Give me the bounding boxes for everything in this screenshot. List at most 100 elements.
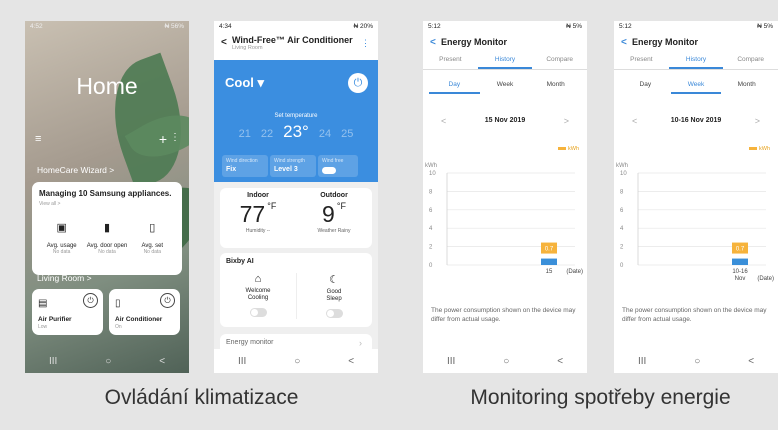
device-stat[interactable]: ▮ Avg. door open No data <box>84 221 129 255</box>
good-sleep-toggle[interactable] <box>325 309 343 318</box>
power-icon[interactable]: ⏻ <box>83 293 98 308</box>
period-week[interactable]: Week <box>670 76 722 94</box>
living-room-link[interactable]: Living Room > <box>37 273 92 283</box>
back-nav-icon[interactable]: < <box>748 356 754 367</box>
y-axis-label: kWh <box>616 163 628 169</box>
tile-status: On <box>115 324 122 330</box>
date-navigator: < 15 Nov 2019 > <box>423 116 587 126</box>
back-icon[interactable]: < <box>221 37 227 48</box>
device-tile-air-conditioner[interactable]: ▯ ⏻ Air Conditioner On <box>109 289 180 335</box>
data-bar <box>541 258 557 265</box>
set-temperature-label: Set temperature <box>274 113 318 119</box>
back-nav-icon[interactable]: < <box>348 356 354 367</box>
control-panel: Cool ▾ ⏻ Set temperature 21 22 23° 24 25… <box>214 60 378 182</box>
air-conditioner-screen: 4:34 ₦ 20% < Wind-Free™ Air Conditioner … <box>214 21 378 373</box>
wind-direction-option[interactable]: Wind direction Fix <box>222 155 268 177</box>
disclaimer-text: The power consumption shown on the devic… <box>431 307 576 323</box>
home-nav-icon[interactable]: ○ <box>503 356 509 367</box>
back-icon[interactable]: < <box>621 37 627 48</box>
period-week[interactable]: Week <box>480 76 531 94</box>
period-month[interactable]: Month <box>721 76 772 94</box>
view-all-link[interactable]: View all > <box>39 201 175 207</box>
more-icon[interactable]: ⋮ <box>361 38 370 49</box>
good-sleep-icon: ☾ <box>329 274 339 286</box>
period-month[interactable]: Month <box>530 76 581 94</box>
tab-present[interactable]: Present <box>423 52 478 69</box>
temp-option[interactable]: 25 <box>341 128 353 140</box>
welcome-cooling-toggle[interactable] <box>249 308 267 317</box>
good-sleep-item[interactable]: ☾ Good Sleep <box>296 273 372 318</box>
wind-free-toggle[interactable] <box>322 167 336 174</box>
recent-apps-icon[interactable]: III <box>447 356 455 367</box>
recent-apps-icon[interactable]: III <box>638 356 646 367</box>
homecare-wizard-link[interactable]: HomeCare Wizard > <box>37 165 114 175</box>
chevron-right-icon[interactable]: > <box>755 116 760 126</box>
period-day[interactable]: Day <box>429 76 480 94</box>
x-tick-label: 15 <box>546 269 553 275</box>
legend-label: kWh <box>568 146 579 152</box>
back-nav-icon[interactable]: < <box>159 356 165 367</box>
option-label: Wind direction <box>226 158 258 164</box>
temperature-picker[interactable]: 21 22 23° 24 25 <box>214 122 378 142</box>
wind-free-option[interactable]: Wind free <box>318 155 358 177</box>
temp-option[interactable]: 24 <box>319 128 331 140</box>
date-label: 15 Nov 2019 <box>484 117 526 124</box>
period-tabs: Day Week Month <box>620 76 772 94</box>
chevron-left-icon[interactable]: < <box>632 116 637 126</box>
chevron-right-icon[interactable]: > <box>564 116 569 126</box>
device-stat-status: No data <box>52 249 71 255</box>
y-tick-label: 2 <box>620 245 624 251</box>
bixby-item-label: Welcome Cooling <box>245 288 271 301</box>
tab-history[interactable]: History <box>668 52 724 69</box>
back-nav-icon[interactable]: < <box>557 356 563 367</box>
outdoor-label: Outdoor <box>320 192 348 199</box>
add-icon[interactable]: + <box>159 131 167 147</box>
power-icon[interactable]: ⏻ <box>160 293 175 308</box>
menu-icon[interactable]: ≡ <box>35 133 41 145</box>
chart-legend: kWh <box>749 146 770 152</box>
legend-swatch <box>558 147 566 151</box>
homecare-card[interactable]: Managing 10 Samsung appliances. View all… <box>32 182 182 275</box>
energy-chart-week: kWh 0 2 4 6 8 10 0.7 10-16Nov (Date) <box>616 163 774 282</box>
home-title: Home <box>76 73 138 99</box>
power-button[interactable]: ⏻ <box>348 73 368 93</box>
device-stat[interactable]: ▯ Avg. set No data <box>130 221 175 255</box>
status-time: 4:34 <box>219 23 232 30</box>
tab-compare[interactable]: Compare <box>532 52 587 69</box>
mode-dropdown[interactable]: Cool ▾ <box>225 75 264 91</box>
tab-history[interactable]: History <box>477 52 533 69</box>
x-axis-unit: (Date) <box>757 276 774 282</box>
status-icons: ₦ 20% <box>353 23 373 30</box>
device-stat[interactable]: ▣ Avg. usage No data <box>39 221 84 255</box>
back-icon[interactable]: < <box>430 37 436 48</box>
status-bar: 5:12 ₦ 5% <box>614 21 778 32</box>
tile-name: Air Conditioner <box>115 316 163 323</box>
energy-monitor-week-screen: 5:12 ₦ 5% < Energy Monitor Present Histo… <box>614 21 778 373</box>
home-nav-icon[interactable]: ○ <box>294 356 300 367</box>
period-day[interactable]: Day <box>620 76 671 94</box>
recent-apps-icon[interactable]: III <box>238 356 246 367</box>
device-tile-air-purifier[interactable]: ▤ ⏻ Air Purifier Low <box>32 289 103 335</box>
y-tick-label: 0 <box>429 263 433 269</box>
option-value: Level 3 <box>274 166 298 173</box>
recent-apps-icon[interactable]: III <box>49 356 57 367</box>
energy-monitor-day-screen: 5:12 ₦ 5% < Energy Monitor Present Histo… <box>423 21 587 373</box>
temp-option[interactable]: 22 <box>261 128 273 140</box>
indoor-temp: 77 °F <box>220 201 296 228</box>
tab-compare[interactable]: Compare <box>723 52 778 69</box>
home-nav-icon[interactable]: ○ <box>694 356 700 367</box>
home-nav-icon[interactable]: ○ <box>105 356 111 367</box>
chevron-left-icon[interactable]: < <box>441 116 446 126</box>
status-time: 5:12 <box>619 23 632 30</box>
tab-present[interactable]: Present <box>614 52 669 69</box>
more-icon[interactable]: ⋮ <box>170 132 180 143</box>
temp-selected[interactable]: 23° <box>283 122 309 142</box>
temp-option[interactable]: 21 <box>239 128 251 140</box>
welcome-cooling-item[interactable]: ⌂ Welcome Cooling <box>220 273 296 317</box>
x-tick-label: Nov <box>735 276 746 282</box>
wind-strength-option[interactable]: Wind strength Level 3 <box>270 155 316 177</box>
option-value: Fix <box>226 166 237 173</box>
status-bar: 5:12 ₦ 5% <box>423 21 587 32</box>
device-stat-status: No data <box>143 249 162 255</box>
energy-chart-day: kWh 0 2 4 6 8 10 0.7 15 (Date) <box>425 163 583 275</box>
